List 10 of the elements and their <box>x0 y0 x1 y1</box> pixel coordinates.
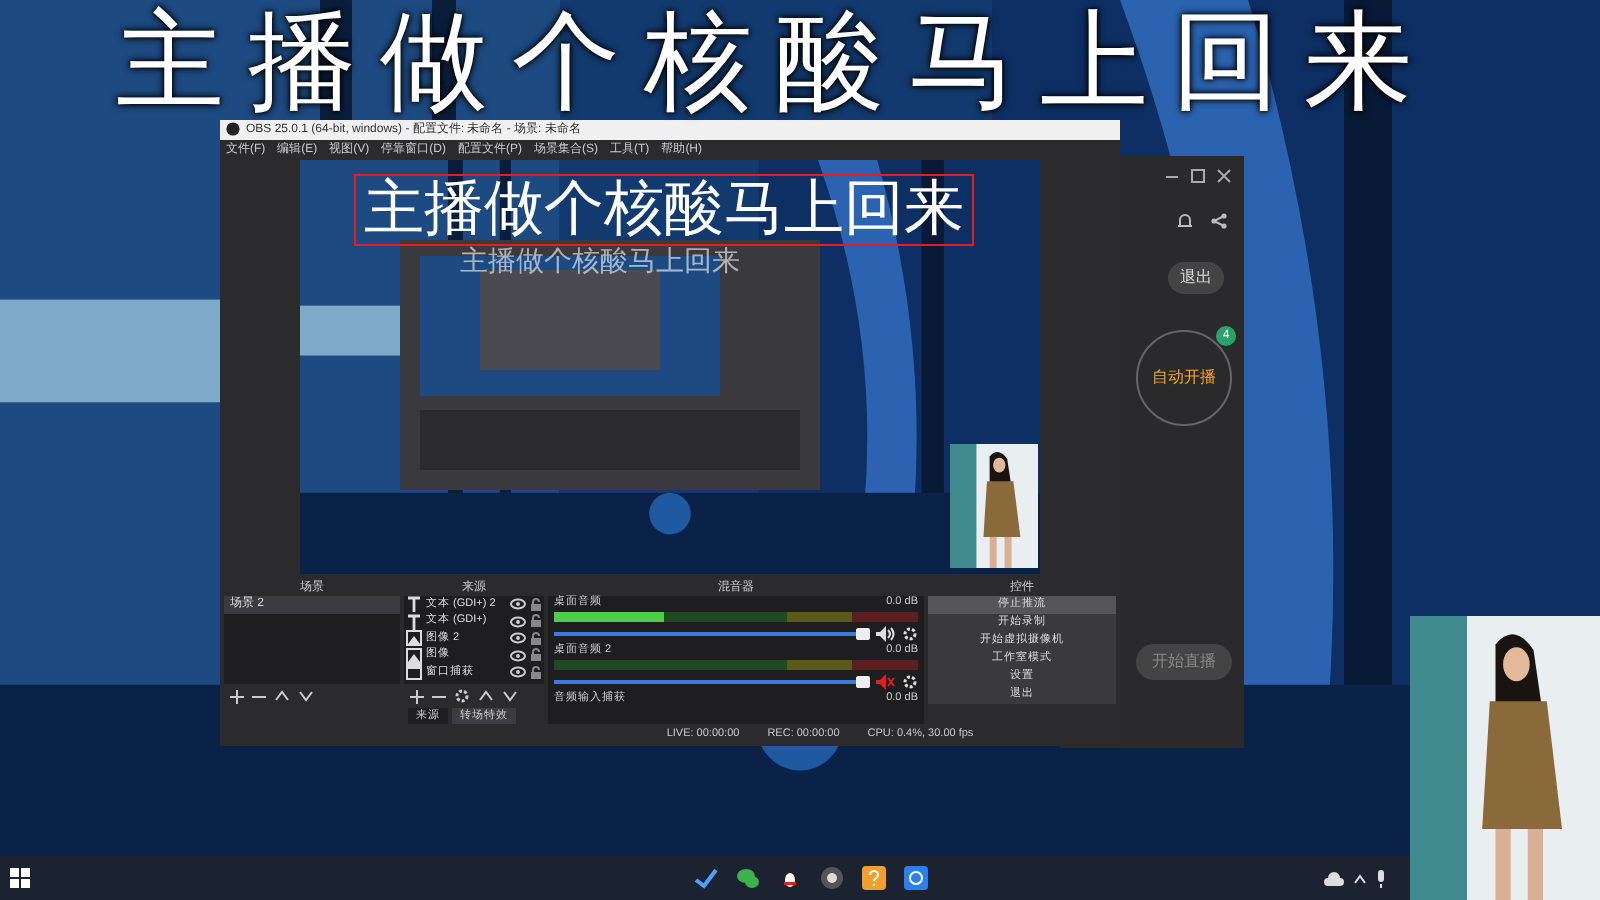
chevron-up-icon[interactable] <box>1354 873 1366 883</box>
circle-app-icon[interactable] <box>904 866 928 890</box>
check-icon[interactable] <box>694 866 718 890</box>
chat-icon[interactable] <box>736 866 760 890</box>
record-icon[interactable] <box>820 866 844 890</box>
penguin-icon[interactable] <box>778 866 802 890</box>
microphone-icon[interactable] <box>1376 869 1386 887</box>
cloud-icon[interactable] <box>1324 871 1344 885</box>
windows-icon[interactable] <box>10 868 30 888</box>
help-icon[interactable] <box>862 866 886 890</box>
